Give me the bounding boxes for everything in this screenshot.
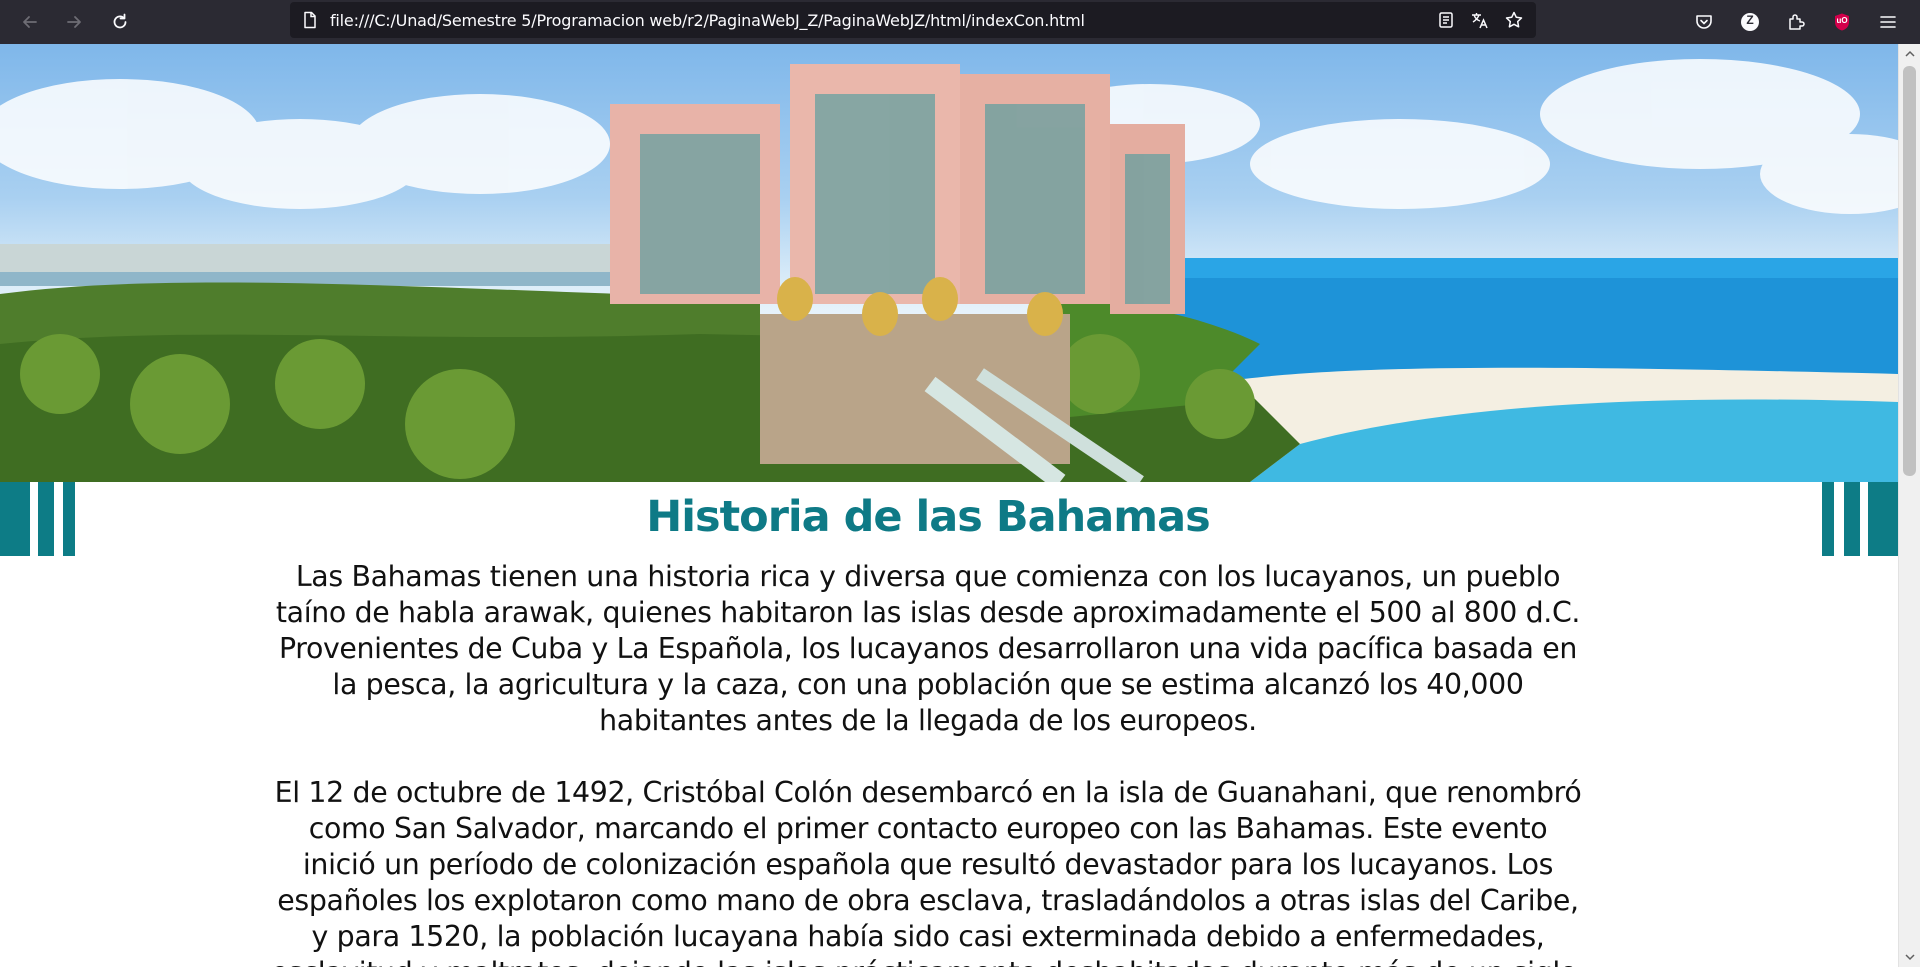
scrollbar-thumb[interactable] [1903,66,1916,476]
account-button[interactable]: Z [1734,6,1766,38]
reload-button[interactable] [104,6,136,38]
page-viewport: Historia de las Bahamas Las Bahamas tien… [0,44,1898,967]
page-title: Historia de las Bahamas [646,492,1210,542]
extensions-button[interactable] [1780,6,1812,38]
history-paragraph-2: El 12 de octubre de 1492, Cristóbal Coló… [271,776,1586,967]
scroll-down-arrow-icon[interactable] [1904,951,1916,963]
ublock-button[interactable]: uO [1826,6,1858,38]
pocket-button[interactable] [1688,6,1720,38]
translate-icon[interactable] [1470,10,1490,30]
menu-icon [1880,16,1896,28]
arrow-right-icon [67,16,81,28]
browser-toolbar: file:///C:/Unad/Semestre 5/Programacion … [0,0,1920,44]
scroll-up-arrow-icon[interactable] [1904,48,1916,60]
url-text[interactable]: file:///C:/Unad/Semestre 5/Programacion … [330,11,1085,30]
ublock-label: uO [1836,16,1848,25]
forward-button[interactable] [58,6,90,38]
page-icon [304,11,316,29]
vertical-scrollbar[interactable] [1898,44,1920,967]
reload-icon [113,13,127,29]
resort-hotel-beach-photo [0,59,1898,482]
history-paragraph-1: Las Bahamas tienen una historia rica y d… [275,560,1581,737]
hero-image [0,44,1898,482]
reader-view-icon[interactable] [1436,10,1456,30]
menu-button[interactable] [1872,6,1904,38]
account-letter: Z [1746,13,1754,27]
arrow-left-icon [23,16,37,28]
url-bar[interactable]: file:///C:/Unad/Semestre 5/Programacion … [290,2,1536,38]
extensions-icon [1789,14,1805,30]
pocket-icon [1696,15,1712,29]
back-button[interactable] [14,6,46,38]
bookmark-star-icon[interactable] [1504,10,1524,30]
